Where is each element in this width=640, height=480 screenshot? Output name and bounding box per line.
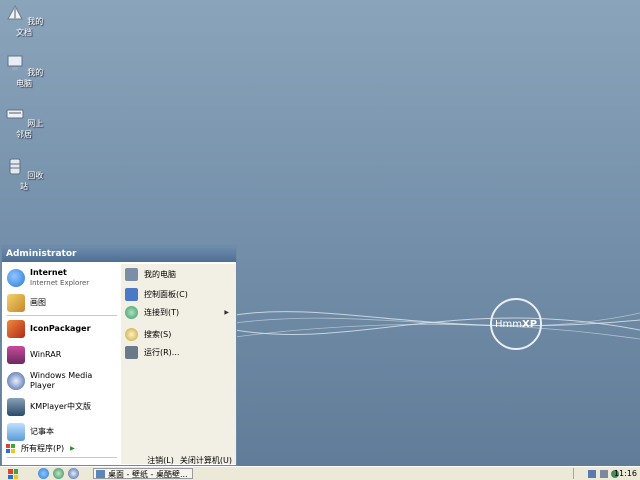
run-icon xyxy=(125,345,138,359)
place-label: 搜索(S) xyxy=(144,329,172,339)
program-title: KMPlayer中文版 xyxy=(30,402,92,411)
kmplayer-icon xyxy=(7,398,25,416)
winrar-icon xyxy=(7,346,25,364)
desktop-icon-my-computer[interactable]: 我的电脑 xyxy=(4,53,44,89)
pinned-paint[interactable]: 画图 xyxy=(7,291,119,315)
pinned-title: Internet xyxy=(30,268,67,277)
place-label: 运行(R)... xyxy=(144,347,180,357)
place-control-panel[interactable]: 控制面板(C) xyxy=(125,286,233,302)
start-button[interactable] xyxy=(8,469,18,479)
all-programs-label: 所有程序(P) xyxy=(21,443,65,453)
task-label: 桌面 - 壁纸 - 桌酷壁... xyxy=(108,470,188,479)
tray-network-icon[interactable] xyxy=(588,470,596,478)
place-search[interactable]: 搜索(S) xyxy=(125,326,233,342)
program-notepad[interactable]: 记事本 xyxy=(7,420,119,444)
connect-to-icon xyxy=(125,305,138,319)
program-title: IconPackager xyxy=(30,324,91,333)
system-tray: 11:16 xyxy=(573,468,640,479)
pinned-subtitle: Internet Explorer xyxy=(30,279,90,287)
network-places-icon xyxy=(6,109,24,119)
folder-icon xyxy=(96,470,105,478)
quicklaunch-browser-icon[interactable] xyxy=(53,468,64,479)
all-programs-arrow-icon: ▶ xyxy=(70,444,75,452)
place-label: 连接到(T) xyxy=(144,307,180,317)
program-media-player[interactable]: Windows Media Player xyxy=(7,369,119,393)
program-title: Windows Media Player xyxy=(30,371,93,390)
quicklaunch-ie-icon[interactable] xyxy=(38,468,49,479)
my-documents-icon xyxy=(6,4,23,20)
windows-logo-icon xyxy=(6,443,15,453)
logoff-button[interactable]: 注销(L) xyxy=(147,455,174,466)
iconpackager-icon xyxy=(7,320,25,338)
notepad-icon xyxy=(7,423,25,441)
place-label: 我的电脑 xyxy=(144,269,176,279)
all-programs-button[interactable]: 所有程序(P) ▶ xyxy=(6,442,118,454)
program-iconpackager[interactable]: IconPackager xyxy=(7,317,119,341)
place-label: 控制面板(C) xyxy=(144,289,188,299)
place-run[interactable]: 运行(R)... xyxy=(125,344,233,360)
internet-explorer-icon xyxy=(7,269,25,287)
start-menu-places-panel: 我的电脑 控制面板(C) 连接到(T) ▶ 搜索(S) 运行(R)... xyxy=(121,264,236,464)
pinned-internet[interactable]: Internet Internet Explorer xyxy=(7,266,119,290)
recycle-bin-icon xyxy=(9,158,21,175)
logo-part2: XP xyxy=(521,318,538,330)
desktop-icon-network-places[interactable]: 网上邻居 xyxy=(4,104,44,140)
program-title: 记事本 xyxy=(30,427,54,436)
my-computer-icon xyxy=(125,267,138,281)
program-winrar[interactable]: WinRAR xyxy=(7,343,119,367)
desktop: Hmm XP 我的文档 我的电脑 网上邻居 回收站 Administrator I… xyxy=(0,0,640,466)
shutdown-button[interactable]: 关闭计算机(U) xyxy=(180,455,232,466)
search-icon xyxy=(125,327,138,341)
taskbar: 桌面 - 壁纸 - 桌酷壁... 11:16 xyxy=(0,466,640,480)
quicklaunch-media-icon[interactable] xyxy=(68,468,79,479)
logo-part1: Hmm xyxy=(494,318,522,330)
control-panel-icon xyxy=(125,287,138,301)
start-menu-footer: 注销(L) 关闭计算机(U) xyxy=(121,454,236,466)
program-title: WinRAR xyxy=(30,350,62,359)
place-connect-to[interactable]: 连接到(T) ▶ xyxy=(125,304,233,320)
start-menu: Administrator Internet Internet Explorer … xyxy=(1,245,237,466)
start-menu-user: Administrator xyxy=(2,246,236,262)
media-player-icon xyxy=(7,372,25,390)
start-menu-programs-panel: Internet Internet Explorer 画图 IconPackage… xyxy=(3,264,120,458)
separator xyxy=(7,457,117,458)
hmmxp-logo: Hmm XP xyxy=(490,298,542,350)
submenu-arrow-icon: ▶ xyxy=(224,308,229,316)
wallpaper-waves xyxy=(235,311,640,340)
program-kmplayer[interactable]: KMPlayer中文版 xyxy=(7,395,119,419)
taskbar-task-button[interactable]: 桌面 - 壁纸 - 桌酷壁... xyxy=(93,468,193,479)
desktop-icon-recycle-bin[interactable]: 回收站 xyxy=(4,156,44,192)
separator xyxy=(7,315,117,316)
tray-volume-icon[interactable] xyxy=(600,470,608,478)
paint-icon xyxy=(7,294,25,312)
my-computer-icon xyxy=(7,55,23,70)
place-my-computer[interactable]: 我的电脑 xyxy=(125,266,233,282)
desktop-icon-my-documents[interactable]: 我的文档 xyxy=(4,2,44,38)
clock[interactable]: 11:16 xyxy=(614,468,637,479)
pinned-title: 画图 xyxy=(30,298,46,307)
